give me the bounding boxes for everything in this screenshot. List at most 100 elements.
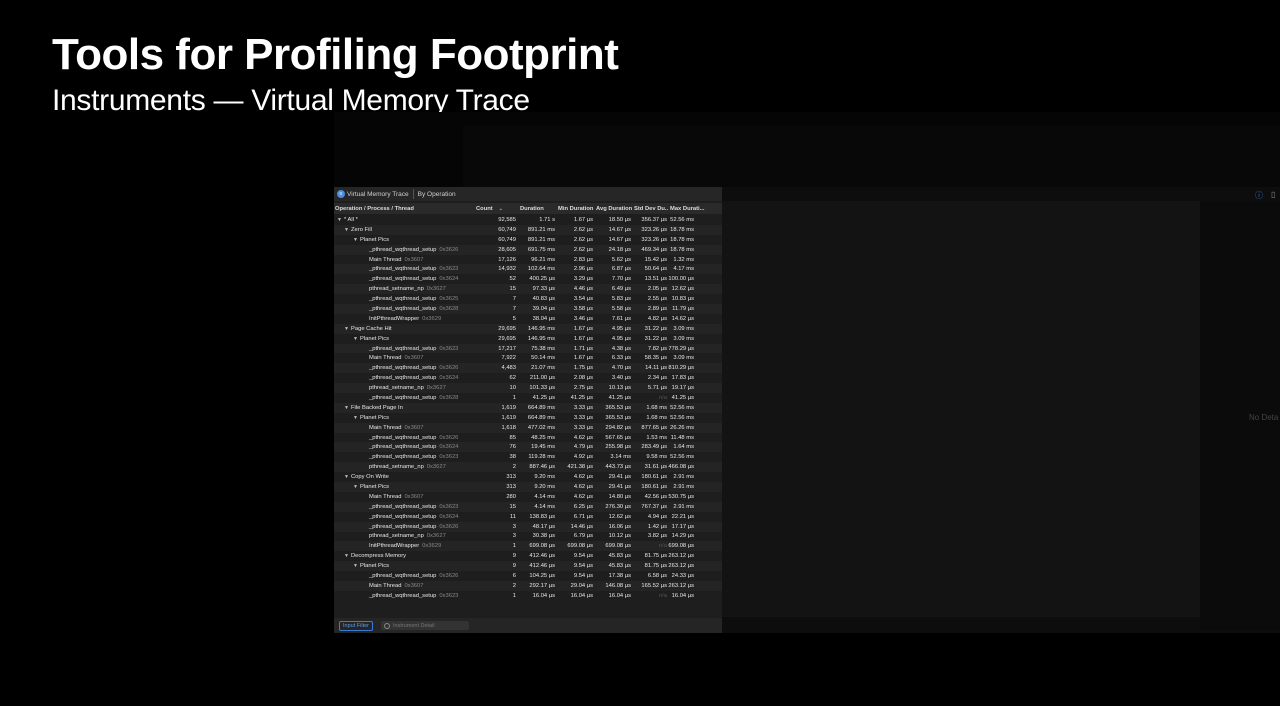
table-row[interactable]: ▼ Page Cache Hit 29,695 146.95 ms 1.67 µs 4.9… [334, 323, 722, 334]
table-row[interactable]: _pthread_wqthread_setup 0x3623 1 16.04 µs 16… [334, 590, 722, 601]
table-row[interactable]: _pthread_wqthread_setup 0x3626 3 48.17 µs 14… [334, 521, 722, 532]
disclosure-triangle-icon[interactable]: ▼ [344, 474, 351, 480]
table-row[interactable]: _pthread_wqthread_setup 0x3628 1 41.25 µs 41… [334, 393, 722, 403]
row-min-duration: 2.75 µs [573, 385, 593, 392]
row-name-cell: ▼ Planet Pics [334, 415, 474, 421]
table-row[interactable]: ▼ * All * 92,585 1.71 s 1.67 µs 18.50 µs 356.3… [334, 215, 722, 225]
row-avg-duration: 255.98 µs [605, 444, 631, 451]
info-icon[interactable]: ⓘ [1255, 190, 1263, 201]
row-min-duration: 421.38 µs [567, 464, 593, 471]
row-duration: 104.25 µs [529, 573, 555, 579]
table-row[interactable]: _pthread_wqthread_setup 0x3628 7 39.04 µs 3.… [334, 304, 722, 314]
table-row[interactable]: Main Thread 0x3607 1,618 477.02 ms 3.33 µs 29… [334, 422, 722, 433]
row-max-duration: 18.78 ms [670, 226, 694, 233]
table-row[interactable]: pthread_setname_np 0x3627 15 97.33 µs 4.46 µ… [334, 284, 722, 295]
table-row[interactable]: _pthread_wqthread_setup 0x3624 76 19.45 ms 4… [334, 442, 722, 453]
row-avg-duration: 5.58 µs [611, 305, 631, 312]
row-name: _pthread_wqthread_setup [369, 394, 437, 401]
table-row[interactable]: Main Thread 0x3607 280 4.14 ms 4.62 µs 14.80 … [334, 491, 722, 502]
row-duration: 4.14 ms [534, 503, 555, 510]
table-row[interactable]: pthread_setname_np 0x3627 2 887.46 µs 421.38… [334, 462, 722, 473]
row-count: 2 [512, 464, 516, 471]
table-row[interactable]: _pthread_wqthread_setup 0x3623 17,217 75.38… [334, 343, 722, 354]
row-name-cell: Main Thread 0x3607 [334, 257, 474, 263]
column-header-name[interactable]: Operation / Process / Thread [334, 206, 474, 212]
thread-id: 0x3623 [439, 592, 459, 599]
table-row[interactable]: InitPthreadWrapper 0x3629 5 38.04 µs 3.46 µs… [334, 313, 722, 324]
filter-icon [383, 622, 390, 629]
row-name: Main Thread [369, 493, 402, 500]
table-row[interactable]: pthread_setname_np 0x3627 10 101.33 µs 2.75 … [334, 383, 722, 394]
disclosure-triangle-icon[interactable]: ▼ [353, 563, 360, 569]
column-header-avg-duration[interactable]: Avg Duration [594, 206, 632, 212]
disclosure-triangle-icon[interactable]: ▼ [353, 484, 360, 490]
disclosure-triangle-icon[interactable]: ▼ [344, 405, 351, 411]
row-count: 313 [506, 474, 516, 481]
row-min-duration: 41.25 µs [570, 394, 593, 401]
disclosure-triangle-icon[interactable]: ▼ [344, 227, 351, 233]
table-row[interactable]: ▼ Planet Pics 1,619 664.89 ms 3.33 µs 365.53 … [334, 412, 722, 423]
table-row[interactable]: pthread_setname_np 0x3627 3 30.38 µs 6.79 µs… [334, 531, 722, 542]
disclosure-triangle-icon[interactable]: ▼ [353, 237, 360, 243]
table-row[interactable]: _pthread_wqthread_setup 0x3624 11 138.83 µs… [334, 511, 722, 522]
disclosure-triangle-icon[interactable]: ▼ [353, 336, 360, 342]
document-icon[interactable]: ▯ [1271, 190, 1275, 199]
table-row[interactable]: Main Thread 0x3607 17,126 96.21 ms 2.83 µs 5.… [334, 254, 722, 265]
disclosure-triangle-icon[interactable]: ▼ [353, 415, 360, 421]
row-duration: 292.17 µs [529, 582, 555, 589]
column-header-std-dev[interactable]: Std Dev Du... [632, 206, 668, 212]
row-duration: 887.46 µs [529, 464, 555, 471]
row-max-duration: 466.08 µs [668, 464, 694, 471]
thread-id: 0x3623 [439, 266, 459, 273]
row-duration: 101.33 µs [529, 385, 555, 392]
row-std-dev: 356.37 µs [641, 216, 667, 223]
row-count: 280 [506, 493, 516, 500]
table-row[interactable]: Main Thread 0x3607 7,922 50.14 ms 1.67 µs 6.3… [334, 353, 722, 364]
row-duration: 41.25 µs [532, 394, 555, 401]
table-row[interactable]: _pthread_wqthread_setup 0x3624 52 400.25 µs… [334, 274, 722, 285]
row-name: Zero Fill [351, 226, 372, 233]
footer-bar: Input Filter Instrument Detail [334, 618, 722, 633]
table-row[interactable]: ▼ Planet Pics 313 9.20 ms 4.62 µs 29.41 µs 180… [334, 482, 722, 492]
table-row[interactable]: ▼ Planet Pics 29,695 146.95 ms 1.67 µs 4.95 µ… [334, 333, 722, 344]
row-duration: 1.71 s [539, 216, 555, 223]
row-name-cell: pthread_setname_np 0x3627 [334, 533, 474, 539]
table-row[interactable]: Main Thread 0x3607 2 292.17 µs 29.04 µs 146.0… [334, 580, 722, 591]
table-row[interactable]: _pthread_wqthread_setup 0x3626 85 48.25 ms 4… [334, 432, 722, 443]
table-row[interactable]: ▼ Zero Fill 60,749 891.21 ms 2.62 µs 14.67 µs… [334, 224, 722, 235]
table-row[interactable]: ▼ File Backed Page In 1,619 664.89 ms 3.33 µ… [334, 402, 722, 413]
column-header-count[interactable]: Count ⌄ [474, 206, 518, 212]
table-row[interactable]: _pthread_wqthread_setup 0x3623 14,932 102.6… [334, 264, 722, 275]
input-filter-button[interactable]: Input Filter [339, 620, 373, 631]
instrument-detail-field[interactable]: Instrument Detail [380, 621, 469, 630]
row-duration: 146.95 ms [527, 325, 555, 332]
table-row[interactable]: InitPthreadWrapper 0x3629 1 699.08 µs 699.08… [334, 541, 722, 552]
breadcrumb-view[interactable]: By Operation [418, 191, 456, 198]
table-row[interactable]: _pthread_wqthread_setup 0x3623 15 4.14 ms 6.… [334, 501, 722, 512]
column-header-duration[interactable]: Duration [518, 206, 556, 212]
column-header-count-label: Count [476, 205, 493, 212]
row-max-duration: 3.09 ms [673, 355, 694, 362]
column-header-min-duration[interactable]: Min Duration [556, 206, 594, 212]
row-duration: 699.08 µs [529, 543, 555, 550]
disclosure-triangle-icon[interactable]: ▼ [344, 553, 351, 559]
row-name: Page Cache Hit [351, 325, 392, 332]
table-row[interactable]: _pthread_wqthread_setup 0x3625 7 40.83 µs 3.… [334, 294, 722, 305]
table-row[interactable]: ▼ Decompress Memory 9 412.46 µs 9.54 µs 45.83… [334, 551, 722, 562]
table-row[interactable]: _pthread_wqthread_setup 0x3626 28,605 691.7… [334, 244, 722, 255]
table-row[interactable]: ▼ Copy On Write 313 9.20 ms 4.62 µs 29.41 µs 1… [334, 472, 722, 483]
column-header-max-duration[interactable]: Max Durati... [668, 206, 706, 212]
row-name: Copy On Write [351, 474, 389, 481]
disclosure-triangle-icon[interactable]: ▼ [337, 217, 344, 223]
table-row[interactable]: _pthread_wqthread_setup 0x3626 4,483 21.07 … [334, 363, 722, 374]
row-count: 313 [506, 483, 516, 490]
breadcrumb-instrument[interactable]: Virtual Memory Trace [347, 191, 409, 198]
table-row[interactable]: ▼ Planet Pics 60,749 891.21 ms 2.62 µs 14.67 … [334, 234, 722, 245]
row-count: 28,605 [498, 246, 516, 253]
table-row[interactable]: _pthread_wqthread_setup 0x3623 38 119.28 ms… [334, 452, 722, 463]
disclosure-triangle-icon[interactable]: ▼ [344, 326, 351, 332]
table-row[interactable]: _pthread_wqthread_setup 0x3624 62 211.00 µs… [334, 373, 722, 384]
table-row[interactable]: ▼ Planet Pics 9 412.46 µs 9.54 µs 45.83 µs 81.… [334, 561, 722, 572]
row-min-duration: 2.96 µs [573, 266, 593, 273]
table-row[interactable]: _pthread_wqthread_setup 0x3626 6 104.25 µs 9… [334, 571, 722, 581]
